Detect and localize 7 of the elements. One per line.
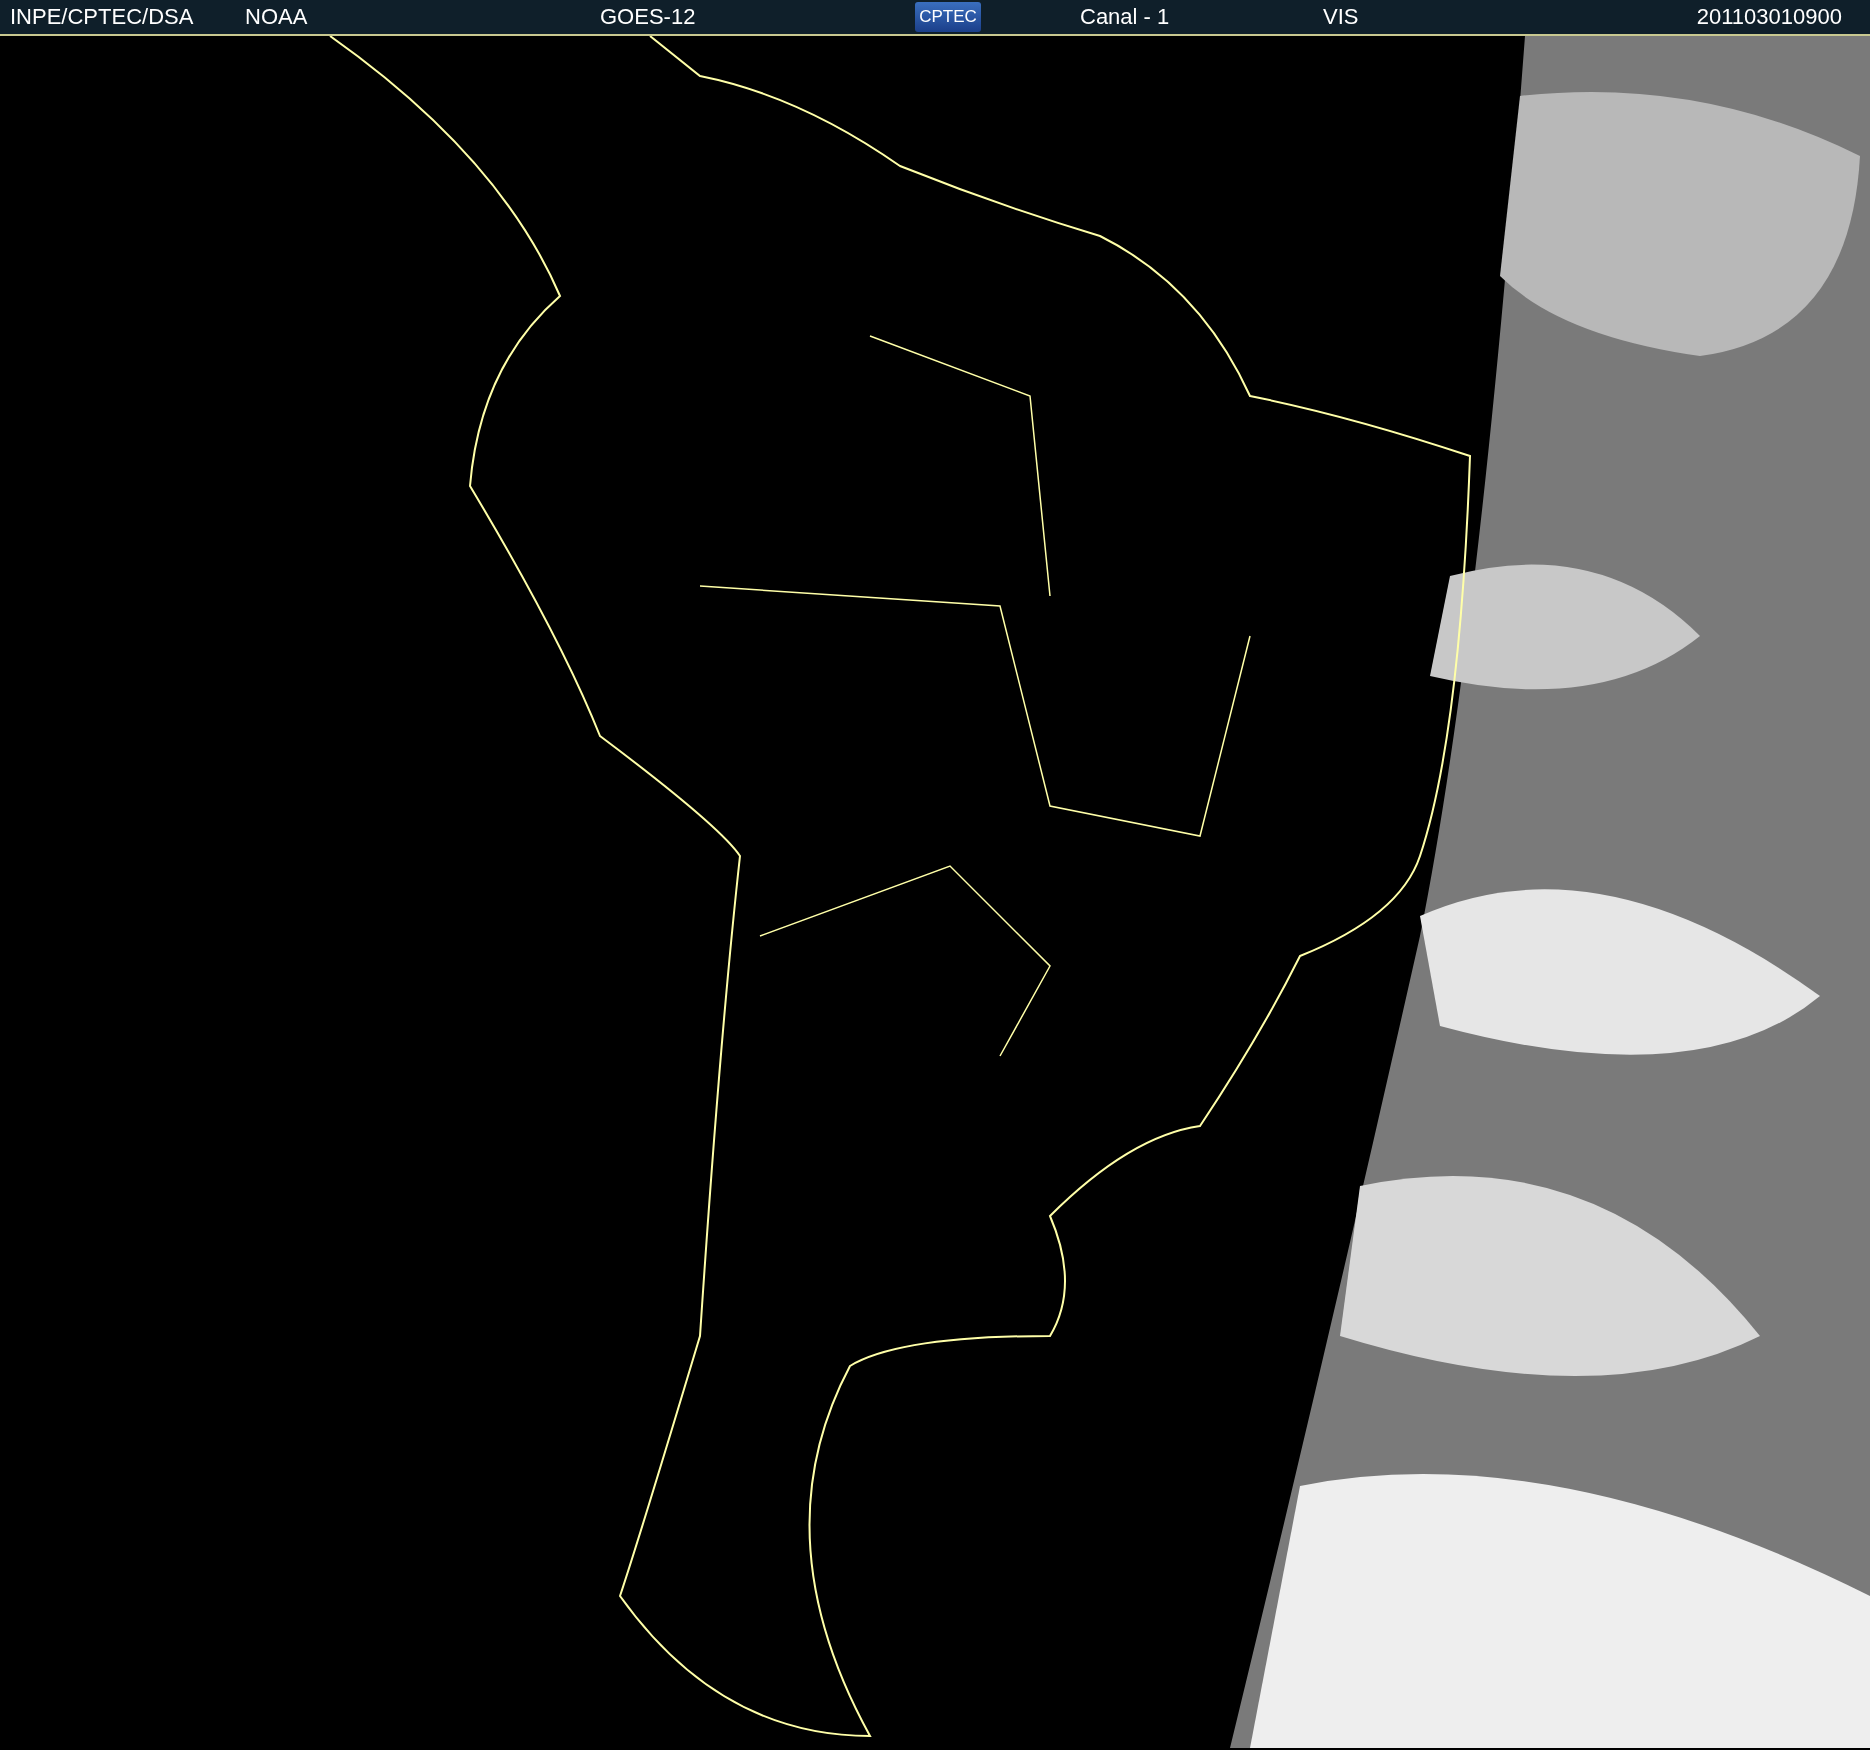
header-label: GOES-12 bbox=[600, 4, 697, 30]
header-label: INPE/CPTEC/DSA bbox=[10, 4, 195, 30]
timestamp: 201103010900 bbox=[1696, 4, 1843, 30]
logo: CPTEC bbox=[915, 2, 981, 32]
channel-label: Canal - 1 bbox=[1080, 4, 1171, 30]
band-label: VIS bbox=[1323, 4, 1360, 30]
header-label: NOAA bbox=[245, 4, 309, 30]
